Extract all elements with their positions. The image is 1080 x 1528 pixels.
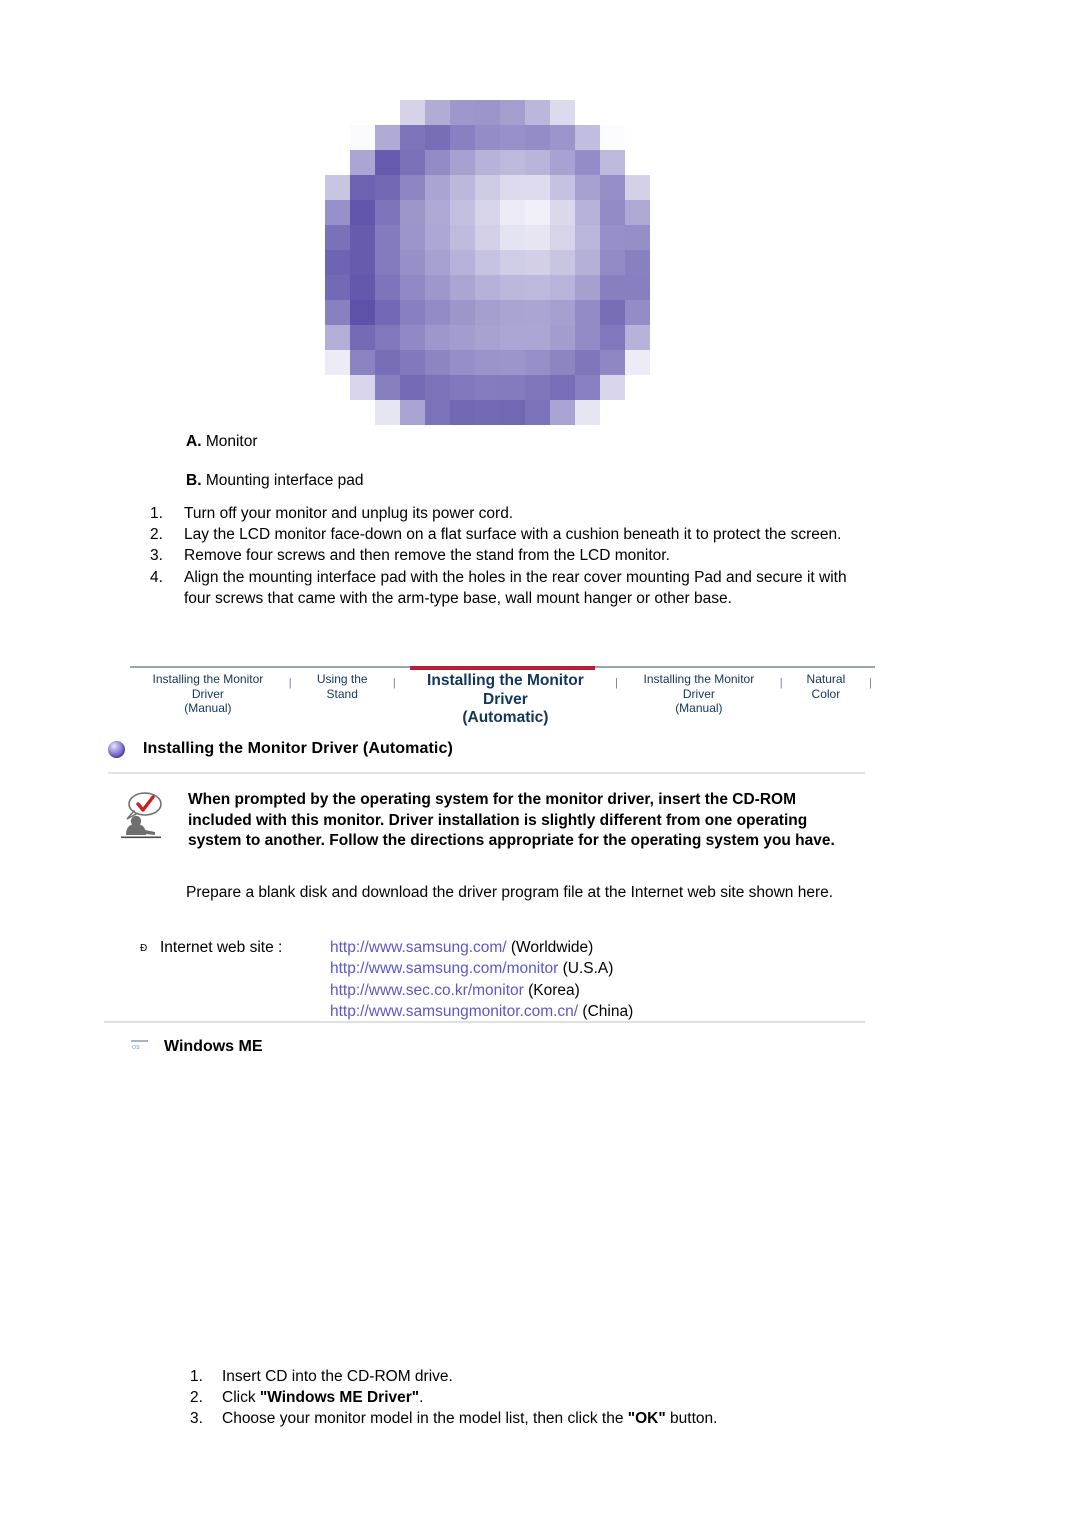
step-text-pre: Insert CD into the CD-ROM drive.: [222, 1368, 453, 1385]
website-link[interactable]: http://www.samsung.com/: [330, 939, 507, 956]
step-text-pre: Click: [222, 1389, 260, 1407]
website-region: (China): [578, 1003, 634, 1021]
list-item-number: 1.: [190, 1368, 203, 1385]
list-item-number: 2.: [190, 1389, 203, 1407]
list-item-number: 4.: [150, 568, 163, 586]
list-item-number: 1.: [150, 505, 163, 522]
os-section-title: Windows ME: [164, 1038, 263, 1055]
note-callout: When prompted by the operating system fo…: [118, 790, 863, 852]
part-legend: A. Monitor B. Mounting interface pad: [186, 432, 886, 491]
website-region: (Korea): [523, 981, 580, 999]
website-link[interactable]: http://www.samsung.com/monitor: [330, 960, 558, 977]
website-region: (Worldwide): [506, 939, 594, 956]
list-item-text: Lay the LCD monitor face-down on a flat …: [184, 526, 842, 544]
list-item: 1. Insert CD into the CD-ROM drive.: [190, 1366, 890, 1387]
internet-web-site-block: Ð Internet web site : http://www.samsung…: [140, 937, 860, 1023]
tab-separator: |: [869, 677, 873, 689]
step-text-bold: "Windows ME Driver": [259, 1389, 420, 1407]
part-letter: A.: [186, 433, 202, 450]
website-link[interactable]: http://www.sec.co.kr/monitor: [330, 982, 524, 999]
list-item: 4. Align the mounting interface pad with…: [150, 567, 870, 609]
step-text-post: button.: [665, 1410, 718, 1428]
tab-separator: |: [288, 677, 292, 689]
windows-os-badge-icon: OS: [130, 1040, 150, 1054]
website-link-list: http://www.samsung.com/ (Worldwide) http…: [330, 937, 860, 1023]
tab-natural-color[interactable]: Natural Color: [786, 672, 867, 701]
note-text: When prompted by the operating system fo…: [188, 791, 835, 850]
list-item: 3. Choose your monitor model in the mode…: [190, 1408, 890, 1429]
list-item-text: Turn off your monitor and unplug its pow…: [184, 505, 514, 522]
tab-separator: |: [779, 677, 783, 689]
step-text-post: .: [419, 1389, 424, 1407]
person-with-checkmark-note-icon: [118, 790, 164, 842]
part-legend-item: A. Monitor: [186, 432, 886, 451]
purple-sphere-bullet-icon: [108, 740, 125, 758]
website-link[interactable]: http://www.samsungmonitor.com.cn/: [330, 1003, 578, 1020]
website-label: Internet web site :: [160, 939, 283, 956]
part-label: Monitor: [205, 433, 258, 450]
list-item: http://www.samsung.com/monitor (U.S.A): [330, 958, 860, 979]
list-item-number: 3.: [190, 1410, 203, 1428]
tabnav-active-indicator: [410, 666, 595, 670]
tab-separator: |: [392, 677, 396, 689]
list-item: 2. Click "Windows ME Driver".: [190, 1387, 890, 1408]
pixelated-sphere-image: [325, 100, 650, 425]
list-item-text: Align the mounting interface pad with th…: [184, 568, 847, 607]
list-item-text: Click "Windows ME Driver".: [222, 1387, 890, 1408]
page-title: Installing the Monitor Driver (Automatic…: [143, 740, 453, 757]
list-item: 2. Lay the LCD monitor face-down on a fl…: [150, 524, 870, 545]
tab-using-the-stand[interactable]: Using the Stand: [295, 672, 390, 701]
list-item-text: Insert CD into the CD-ROM drive.: [222, 1366, 890, 1387]
tab-installing-monitor-driver-automatic[interactable]: Installing the Monitor Driver (Automatic…: [399, 672, 612, 728]
step-text-bold: "OK": [627, 1410, 666, 1428]
part-legend-item: B. Mounting interface pad: [186, 471, 886, 490]
list-item: 3. Remove four screws and then remove th…: [150, 545, 870, 566]
list-item-number: 2.: [150, 526, 163, 544]
step-text-pre: Choose your monitor model in the model l…: [222, 1410, 628, 1428]
assembly-steps-list: 1. Turn off your monitor and unplug its …: [150, 503, 870, 609]
os-section-divider: [104, 1021, 865, 1023]
section-header: Installing the Monitor Driver (Automatic…: [108, 740, 868, 758]
tab-installing-monitor-driver-manual-right[interactable]: Installing the Monitor Driver (Manual): [621, 672, 777, 716]
list-item-number: 3.: [150, 547, 163, 565]
part-label: Mounting interface pad: [205, 472, 364, 490]
list-item: http://www.samsung.com/ (Worldwide): [330, 937, 860, 958]
section-header-divider: [108, 772, 865, 774]
prepare-disk-paragraph: Prepare a blank disk and download the dr…: [186, 884, 834, 901]
list-item-text: Choose your monitor model in the model l…: [222, 1408, 890, 1429]
tab-installing-monitor-driver-manual-left[interactable]: Installing the Monitor Driver (Manual): [130, 672, 286, 716]
list-item: 1. Turn off your monitor and unplug its …: [150, 503, 870, 524]
list-item: http://www.sec.co.kr/monitor (Korea): [330, 980, 860, 1001]
tab-separator: |: [615, 677, 618, 689]
section-tab-navigation: Installing the Monitor Driver (Manual) |…: [130, 666, 875, 726]
driver-install-steps-list: 1. Insert CD into the CD-ROM drive. 2. C…: [190, 1366, 890, 1430]
os-icon-glyph: OS: [132, 1045, 141, 1051]
list-item: http://www.samsungmonitor.com.cn/ (China…: [330, 1001, 860, 1022]
pixelated-purple-sphere-icon: [325, 100, 650, 425]
part-letter: B.: [186, 472, 202, 490]
website-bullet-marker: Ð: [140, 943, 148, 954]
website-region: (U.S.A): [558, 960, 614, 978]
list-item-text: Remove four screws and then remove the s…: [184, 547, 670, 565]
os-section-header: OS Windows ME: [130, 1038, 263, 1056]
